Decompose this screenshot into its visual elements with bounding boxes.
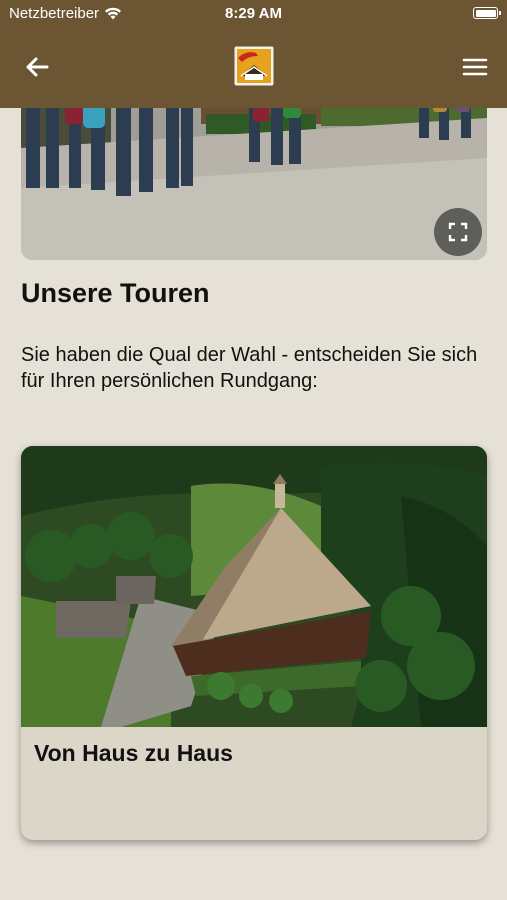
status-bar: Netzbetreiber 8:29 AM [0, 0, 507, 28]
tour-title: Von Haus zu Haus [34, 740, 233, 766]
section-intro: Sie haben die Qual der Wahl - entscheide… [21, 344, 478, 392]
app-logo [234, 46, 274, 86]
hamburger-menu-icon [462, 58, 488, 76]
section-title: Unsere Touren [21, 278, 210, 308]
arrow-left-icon [26, 57, 49, 77]
status-time: 8:29 AM [225, 5, 282, 22]
navigation-bar [0, 28, 507, 108]
fullscreen-icon [448, 222, 468, 242]
farmhouse-aerial-photo [21, 446, 487, 727]
hero-image [21, 108, 487, 260]
tour-card[interactable]: Von Haus zu Haus [21, 446, 487, 840]
fullscreen-button[interactable] [434, 208, 482, 256]
back-button[interactable] [22, 54, 52, 80]
content-area[interactable]: Unsere Touren Sie haben die Qual der Wah… [0, 108, 507, 900]
menu-button[interactable] [461, 54, 489, 80]
battery-icon [473, 7, 501, 19]
visitors-walking-photo [21, 108, 487, 260]
